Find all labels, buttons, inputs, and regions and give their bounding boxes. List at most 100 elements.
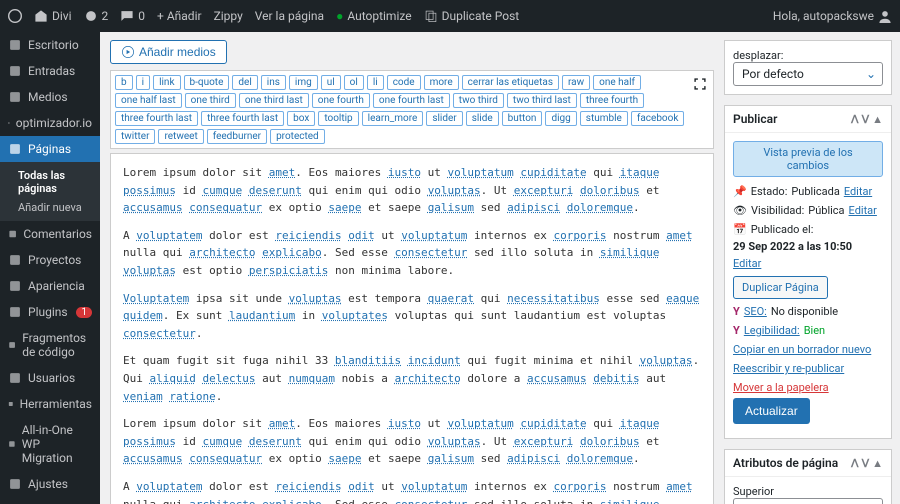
duplicate-page-button[interactable]: Duplicar Página: [733, 276, 828, 299]
toolbar-btn-ins[interactable]: ins: [261, 75, 286, 90]
project-icon: [8, 253, 22, 267]
toolbar-btn-retweet[interactable]: retweet: [158, 129, 203, 144]
toolbar-btn-one-third[interactable]: one third: [185, 93, 236, 108]
submenu-add-new[interactable]: Añadir nueva: [14, 198, 100, 217]
media-icon: [8, 90, 22, 104]
view-page[interactable]: Ver la página: [255, 9, 324, 23]
site-name[interactable]: Divi: [34, 9, 72, 23]
toolbar-btn-i[interactable]: i: [136, 75, 150, 90]
sidebar-item-entradas[interactable]: Entradas: [0, 58, 100, 84]
attrs-title: Atributos de página: [733, 456, 838, 470]
scroll-label: desplazar:: [733, 49, 883, 62]
publish-panel: Publicarᐱᐯ▲ Vista previa de los cambios …: [724, 105, 892, 439]
toolbar-btn-ol[interactable]: ol: [344, 75, 364, 90]
updates[interactable]: 2: [84, 9, 109, 23]
toolbar-btn-button[interactable]: button: [502, 111, 543, 126]
edit-date-link[interactable]: Editar: [733, 257, 761, 270]
wp-logo[interactable]: [8, 9, 22, 23]
toolbar-btn-link[interactable]: link: [153, 75, 180, 90]
dashboard-icon: [8, 38, 22, 52]
toolbar-btn-two-third[interactable]: two third: [453, 93, 504, 108]
user-greeting[interactable]: Hola, autopackswe: [773, 9, 892, 23]
toolbar-btn-box[interactable]: box: [287, 111, 315, 126]
migrate-icon: [8, 437, 16, 451]
toolbar-btn-del[interactable]: del: [232, 75, 257, 90]
pin-icon: [8, 64, 22, 78]
update-button[interactable]: Actualizar: [733, 398, 810, 424]
add-new[interactable]: + Añadir: [157, 9, 202, 23]
toolbar-btn-ul[interactable]: ul: [321, 75, 341, 90]
sidebar-item-optimizador-io[interactable]: optimizador.io: [0, 110, 100, 136]
sidebar-item-herramientas[interactable]: Herramientas: [0, 391, 100, 417]
sidebar-item-ajustes[interactable]: Ajustes: [0, 471, 100, 497]
sidebar-item-all-in-one-wp-migration[interactable]: All-in-One WP Migration: [0, 417, 100, 471]
sidebar-item-fragmentos-de-c-digo[interactable]: Fragmentos de código: [0, 325, 100, 365]
toolbar-btn-three-fourth[interactable]: three fourth: [580, 93, 644, 108]
sidebar-item-medios[interactable]: Medios: [0, 84, 100, 110]
toolbar-btn-slide[interactable]: slide: [466, 111, 499, 126]
toolbar-btn-tooltip[interactable]: tooltip: [318, 111, 358, 126]
preview-changes-button[interactable]: Vista previa de los cambios: [733, 141, 883, 177]
toolbar-btn-facebook[interactable]: facebook: [631, 111, 685, 126]
scroll-panel: desplazar: Por defecto: [724, 40, 892, 95]
toolbar-btn-digg[interactable]: digg: [545, 111, 576, 126]
content-paragraph: A voluptatem dolor est reiciendis odit u…: [123, 478, 701, 504]
toolbar-btn-learn-more[interactable]: learn_more: [362, 111, 424, 126]
sidebar-item-plugins[interactable]: Plugins1: [0, 299, 100, 325]
content-paragraph: Lorem ipsum dolor sit amet. Eos maiores …: [123, 415, 701, 468]
toolbar-btn-raw[interactable]: raw: [562, 75, 590, 90]
toolbar-btn-one-fourth-last[interactable]: one fourth last: [373, 93, 450, 108]
toolbar-btn-feedburner[interactable]: feedburner: [207, 129, 267, 144]
editor-content[interactable]: Lorem ipsum dolor sit amet. Eos maiores …: [110, 153, 714, 504]
appearance-icon: [8, 279, 22, 293]
plugin-icon: [8, 305, 22, 319]
pin-icon: 📌: [733, 185, 747, 198]
rewrite-link[interactable]: Reescribir y re-publicar: [733, 362, 844, 375]
autoptimize[interactable]: ● Autoptimize: [336, 9, 412, 23]
page-attributes-panel: Atributos de páginaᐱᐯ▲ Superior (sin sup…: [724, 449, 892, 504]
sidebar-item-apariencia[interactable]: Apariencia: [0, 273, 100, 299]
trash-link[interactable]: Mover a la papelera: [733, 381, 829, 394]
copy-draft-link[interactable]: Copiar en un borrador nuevo: [733, 343, 871, 356]
toolbar-btn-one-half-last[interactable]: one half last: [115, 93, 182, 108]
toolbar-btn-one-half[interactable]: one half: [593, 75, 641, 90]
content-paragraph: Voluptatem ipsa sit unde voluptas est te…: [123, 290, 701, 343]
toolbar-btn-img[interactable]: img: [289, 75, 318, 90]
comment-icon: [8, 227, 17, 241]
admin-bar: Divi 2 0 + Añadir Zippy Ver la página ● …: [0, 0, 900, 32]
toolbar-btn-three-fourth-last[interactable]: three fourth last: [115, 111, 198, 126]
scroll-select[interactable]: Por defecto: [733, 62, 883, 86]
duplicate-post[interactable]: Duplicate Post: [424, 9, 520, 23]
toolbar-btn-b-quote[interactable]: b-quote: [184, 75, 230, 90]
content-paragraph: Et quam fugit sit fuga nihil 33 blanditi…: [123, 352, 701, 405]
sidebar-item-p-ginas[interactable]: Páginas: [0, 136, 100, 162]
comments-count[interactable]: 0: [120, 9, 145, 23]
sidebar-item-proyectos[interactable]: Proyectos: [0, 247, 100, 273]
toolbar-btn-more[interactable]: more: [424, 75, 459, 90]
add-media-button[interactable]: Añadir medios: [110, 40, 227, 64]
users-icon: [8, 371, 22, 385]
toolbar-btn-code[interactable]: code: [387, 75, 421, 90]
toolbar-btn-one-third-last[interactable]: one third last: [239, 93, 309, 108]
sidebar-item-escritorio[interactable]: Escritorio: [0, 32, 100, 58]
toolbar-btn-three-fourth-last[interactable]: three fourth last: [201, 111, 284, 126]
fullscreen-icon[interactable]: [693, 77, 707, 95]
parent-select[interactable]: (sin superior): [733, 498, 883, 504]
edit-visibility-link[interactable]: Editar: [849, 204, 877, 217]
toolbar-btn-slider[interactable]: slider: [426, 111, 462, 126]
sidebar-item-gdpr-cookie-compliance[interactable]: GDPR Cookie Compliance: [0, 497, 100, 504]
toolbar-btn-one-fourth[interactable]: one fourth: [312, 93, 370, 108]
calendar-icon: 📅: [733, 223, 747, 236]
edit-status-link[interactable]: Editar: [844, 185, 872, 198]
toolbar-btn-stumble[interactable]: stumble: [580, 111, 628, 126]
toolbar-btn-li[interactable]: li: [367, 75, 384, 90]
toolbar-btn-two-third-last[interactable]: two third last: [507, 93, 577, 108]
sidebar-item-usuarios[interactable]: Usuarios: [0, 365, 100, 391]
toolbar-btn-b[interactable]: b: [115, 75, 133, 90]
toolbar-btn-twitter[interactable]: twitter: [115, 129, 155, 144]
submenu-all-pages[interactable]: Todas las páginas: [14, 166, 100, 198]
sidebar-item-comentarios[interactable]: Comentarios: [0, 221, 100, 247]
toolbar-btn-protected[interactable]: protected: [270, 129, 325, 144]
zippy[interactable]: Zippy: [214, 9, 243, 23]
toolbar-btn-cerrar-las-etiquetas[interactable]: cerrar las etiquetas: [462, 75, 559, 90]
